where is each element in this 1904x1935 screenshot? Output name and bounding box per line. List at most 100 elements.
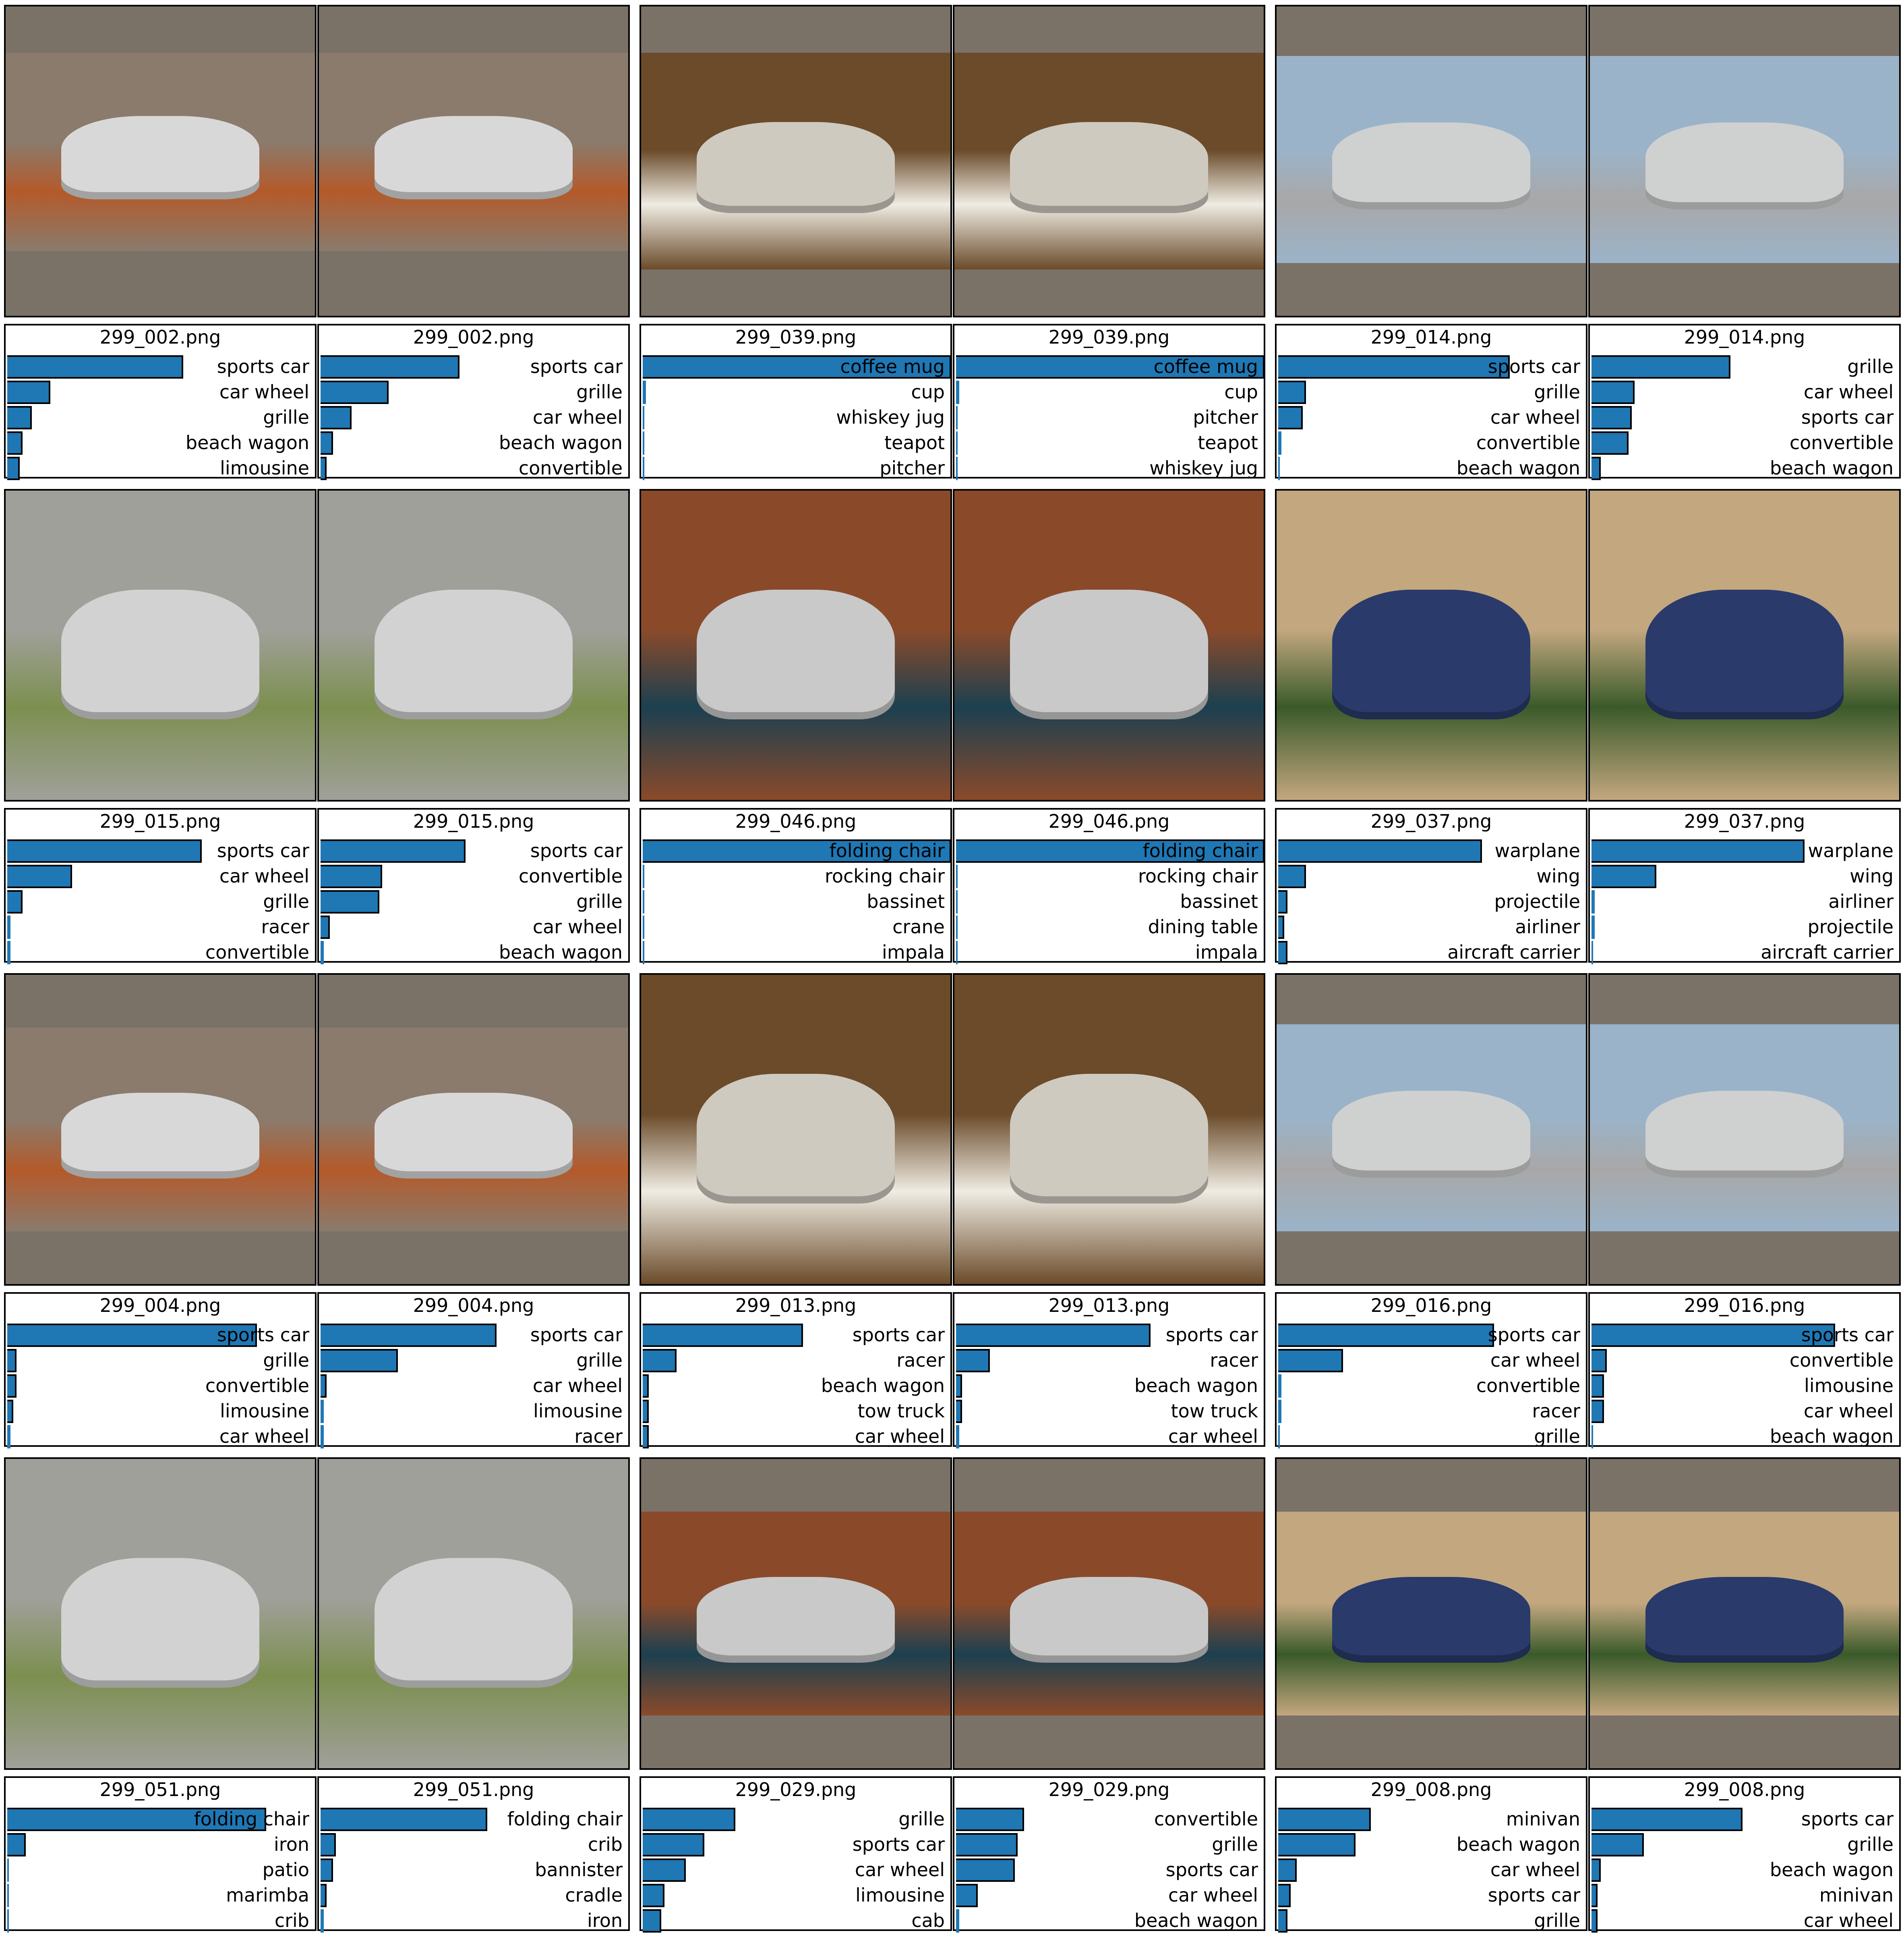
bar-label: cradle <box>565 1884 623 1906</box>
panel-title: 299_013.png <box>1048 1295 1170 1316</box>
bar <box>1591 406 1632 429</box>
panel-title: 299_016.png <box>1370 1295 1492 1316</box>
bar <box>1591 839 1805 863</box>
bar <box>321 381 389 404</box>
photo-subject <box>1010 589 1208 720</box>
panel-title: 299_046.png <box>735 810 857 832</box>
bar <box>7 1909 9 1933</box>
photo-image <box>1588 973 1901 1286</box>
bar-chart-panel: 299_039.png coffee mug cup whiskey jug teapo… <box>639 324 952 480</box>
bar-label: sports car <box>1488 356 1580 377</box>
bar-label: sports car <box>530 840 623 862</box>
bar <box>1591 1324 1835 1347</box>
bar-label: grille <box>1847 356 1894 377</box>
chart-cell: 299_013.png sports car racer beach wagon tow… <box>953 973 1265 1448</box>
photo-content <box>954 1511 1264 1716</box>
bar <box>7 406 32 429</box>
bar <box>1591 1858 1601 1882</box>
bar-chart-panel: 299_014.png grille car wheel sports car conv… <box>1588 324 1901 480</box>
bar <box>1278 1833 1356 1856</box>
bar-label: racer <box>574 1425 623 1447</box>
bar-label: whiskey jug <box>1149 457 1258 479</box>
bar <box>1278 1858 1297 1882</box>
chart-cell: 299_046.png folding chair rocking chair bas… <box>953 489 1265 964</box>
chart-cell: 299_002.png sports car grille car wheel beac… <box>317 5 630 480</box>
photo-content <box>6 1027 315 1232</box>
bar-label: sports car <box>217 840 309 862</box>
bar <box>1591 1425 1593 1448</box>
photo-subject <box>1645 589 1844 720</box>
photo-image <box>953 5 1265 317</box>
bar-label: folding chair <box>507 1808 623 1830</box>
bar <box>321 1349 398 1372</box>
bar-label: limousine <box>533 1400 623 1422</box>
bar-label: sports car <box>1488 1884 1580 1906</box>
bar-label: beach wagon <box>1769 457 1894 479</box>
chart-cell: 299_004.png sports car grille convertible li… <box>4 973 317 1448</box>
bar <box>956 457 958 480</box>
bar <box>1278 381 1306 404</box>
bar-label: dining table <box>1148 916 1258 938</box>
photo-subject <box>61 1092 259 1179</box>
bar-label: airliner <box>1515 916 1580 938</box>
photo-content <box>641 53 950 269</box>
bar <box>643 1909 661 1933</box>
bar <box>956 406 958 429</box>
chart-cell: 299_016.png sports car convertible limousin… <box>1588 973 1901 1448</box>
bar-label: car wheel <box>1490 1859 1580 1881</box>
bar-chart-panel: 299_039.png coffee mug cup pitcher teapot whi… <box>953 324 1265 480</box>
bar-chart-panel: 299_004.png sports car grille car wheel limo… <box>317 1292 630 1448</box>
photo-content <box>1590 1024 1899 1232</box>
bar-label: convertible <box>205 941 309 963</box>
panel-title: 299_008.png <box>1370 1779 1492 1800</box>
bar-label: grille <box>576 1349 623 1371</box>
photo-content <box>954 975 1264 1284</box>
bar-label: pitcher <box>1193 406 1258 428</box>
bar-label: car wheel <box>1803 1910 1894 1931</box>
photo-subject <box>1332 1577 1530 1663</box>
bar <box>956 916 958 939</box>
bar-chart-panel: 299_015.png sports car car wheel grille race… <box>4 808 317 964</box>
bar <box>1591 916 1595 939</box>
bar <box>1591 1808 1743 1831</box>
bar-chart-panel: 299_029.png grille sports car car wheel limo… <box>639 1776 952 1933</box>
bar <box>1591 941 1593 964</box>
chart-cell: 299_008.png minivan beach wagon car wheel sp… <box>1275 1457 1587 1933</box>
photo-subject <box>1010 1073 1208 1204</box>
photo-content <box>1590 1511 1899 1716</box>
photo-image <box>317 973 630 1286</box>
chart-cell: 299_037.png warplane wing airliner projectil… <box>1588 489 1901 964</box>
bar-label: sports car <box>530 1324 623 1346</box>
bar-label: car wheel <box>532 916 623 938</box>
bar-label: car wheel <box>532 1375 623 1396</box>
photo-image <box>953 489 1265 802</box>
bar-label: limousine <box>220 457 309 479</box>
bar-label: sports car <box>1801 1808 1894 1830</box>
bar <box>321 355 459 379</box>
bar-label: beach wagon <box>821 1375 945 1396</box>
photo-subject <box>1010 122 1208 213</box>
bar <box>321 1425 324 1448</box>
photo-subject <box>697 1073 895 1204</box>
chart-cell: 299_016.png sports car car wheel convertibl… <box>1275 973 1587 1448</box>
bar <box>321 431 333 455</box>
bar <box>1278 1808 1371 1831</box>
bar-label: racer <box>1210 1349 1258 1371</box>
chart-cell: 299_015.png sports car convertible grille ca… <box>317 489 630 964</box>
photo-image <box>639 489 952 802</box>
bar <box>1278 431 1281 455</box>
chart-cell: 299_008.png sports car grille beach wagon mi… <box>1588 1457 1901 1933</box>
bar-label: car wheel <box>855 1425 945 1447</box>
bar-label: sports car <box>217 1324 309 1346</box>
bar-chart-panel: 299_013.png sports car racer beach wagon tow… <box>953 1292 1265 1448</box>
bar-label: teapot <box>1198 432 1258 454</box>
bar <box>1278 457 1280 480</box>
bar-label: tow truck <box>1171 1400 1258 1422</box>
photo-content <box>641 491 950 800</box>
bar-label: convertible <box>1789 432 1894 454</box>
bar <box>643 941 644 964</box>
bar-label: beach wagon <box>185 432 309 454</box>
photo-content <box>1277 1024 1586 1232</box>
chart-cell: 299_039.png coffee mug cup whiskey jug teapo… <box>639 5 952 480</box>
photo-content <box>641 975 950 1284</box>
